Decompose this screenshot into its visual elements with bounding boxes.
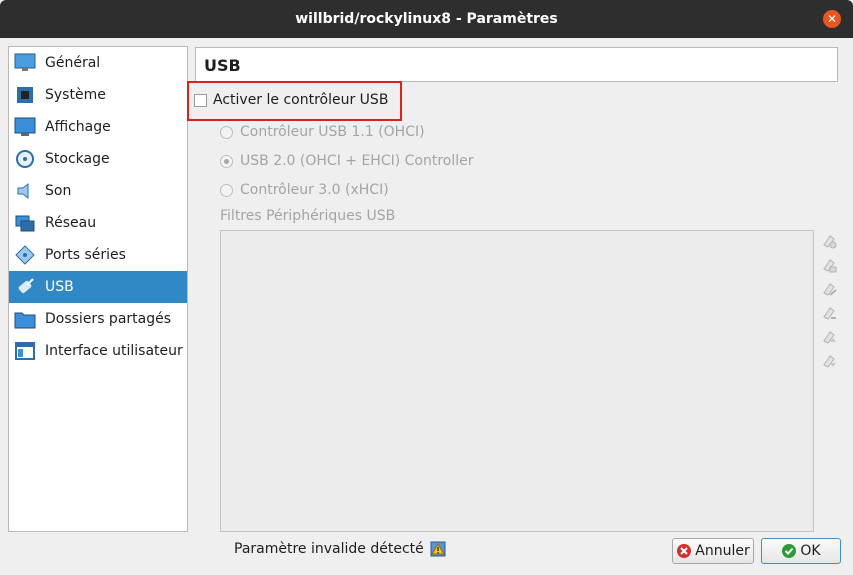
sidebar-item-user-interface[interactable]: Interface utilisateur [9, 335, 187, 367]
move-down-icon[interactable] [820, 352, 838, 370]
sidebar-item-serial-ports[interactable]: Ports séries [9, 239, 187, 271]
display-icon [13, 115, 37, 139]
enable-usb-controller-checkbox[interactable] [194, 93, 207, 107]
ok-button[interactable]: OK [761, 538, 841, 564]
general-icon [13, 51, 37, 75]
cancel-button-label: Annuler [695, 543, 750, 559]
enable-usb-controller-row[interactable]: Activer le contrôleur USB [194, 92, 388, 108]
window-titlebar: willbrid/rockylinux8 - Paramètres ✕ [0, 0, 853, 38]
enable-usb-controller-label: Activer le contrôleur USB [213, 92, 389, 108]
sidebar-item-usb[interactable]: USB [9, 271, 187, 303]
radio-label: Contrôleur USB 1.1 (OHCI) [240, 124, 425, 140]
sidebar-item-audio[interactable]: Son [9, 175, 187, 207]
close-icon[interactable]: ✕ [823, 10, 841, 28]
add-filter-icon[interactable] [820, 232, 838, 250]
warning-icon[interactable] [430, 541, 446, 557]
invalid-settings-text: Paramètre invalide détecté [234, 541, 424, 557]
filter-toolbar [820, 232, 838, 376]
sidebar-item-display[interactable]: Affichage [9, 111, 187, 143]
sidebar-item-network[interactable]: Réseau [9, 207, 187, 239]
sidebar-item-label: Stockage [45, 151, 110, 167]
sidebar-item-general[interactable]: Général [9, 47, 187, 79]
sidebar-item-label: Son [45, 183, 72, 199]
controller-option-usb2[interactable]: USB 2.0 (OHCI + EHCI) Controller [220, 153, 474, 169]
move-up-icon[interactable] [820, 328, 838, 346]
sidebar-item-label: Interface utilisateur [45, 343, 183, 359]
usb-icon [13, 275, 37, 299]
ok-icon [781, 543, 797, 559]
shared-folders-icon [13, 307, 37, 331]
remove-filter-icon[interactable] [820, 304, 838, 322]
audio-icon [13, 179, 37, 203]
usb-filters-list[interactable] [220, 230, 814, 532]
user-interface-icon [13, 339, 37, 363]
radio-usb1[interactable] [220, 125, 233, 139]
storage-icon [13, 147, 37, 171]
controller-option-usb1[interactable]: Contrôleur USB 1.1 (OHCI) [220, 124, 425, 140]
radio-usb3[interactable] [220, 183, 233, 197]
serial-ports-icon [13, 243, 37, 267]
radio-label: Contrôleur 3.0 (xHCI) [240, 182, 389, 198]
settings-sidebar: Général Système Affichage Stockage Son R… [8, 46, 188, 532]
network-icon [13, 211, 37, 235]
sidebar-item-label: Ports séries [45, 247, 126, 263]
sidebar-item-shared-folders[interactable]: Dossiers partagés [9, 303, 187, 335]
add-from-device-icon[interactable] [820, 256, 838, 274]
sidebar-item-label: Affichage [45, 119, 111, 135]
status-area: Paramètre invalide détecté [234, 541, 446, 557]
sidebar-item-label: USB [45, 279, 74, 295]
controller-option-usb3[interactable]: Contrôleur 3.0 (xHCI) [220, 182, 389, 198]
system-icon [13, 83, 37, 107]
cancel-button[interactable]: Annuler [672, 538, 754, 564]
cancel-icon [676, 543, 692, 559]
window-title: willbrid/rockylinux8 - Paramètres [295, 11, 558, 27]
sidebar-item-label: Dossiers partagés [45, 311, 172, 327]
sidebar-item-storage[interactable]: Stockage [9, 143, 187, 175]
section-title: USB [195, 47, 838, 82]
edit-filter-icon[interactable] [820, 280, 838, 298]
sidebar-item-label: Système [45, 87, 106, 103]
radio-usb2[interactable] [220, 154, 233, 168]
sidebar-item-label: Général [45, 55, 101, 71]
radio-label: USB 2.0 (OHCI + EHCI) Controller [240, 153, 474, 169]
sidebar-item-system[interactable]: Système [9, 79, 187, 111]
ok-button-label: OK [800, 543, 821, 559]
usb-filters-label: Filtres Périphériques USB [220, 208, 396, 224]
sidebar-item-label: Réseau [45, 215, 97, 231]
